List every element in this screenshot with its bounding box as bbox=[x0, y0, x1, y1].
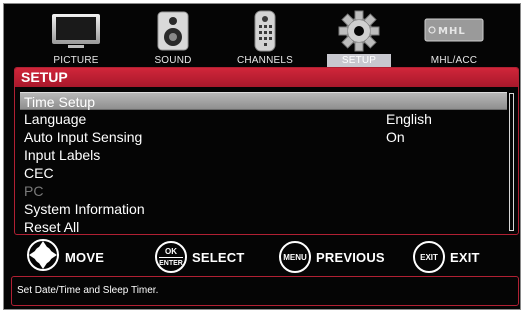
menu-item-time-setup[interactable]: Time Setup bbox=[20, 92, 507, 110]
menu-item-label: PC bbox=[24, 183, 44, 199]
menu-item-label: System Information bbox=[24, 201, 145, 217]
nav-tab-setup[interactable]: SETUP bbox=[318, 4, 400, 68]
nav-tab-mhl-acc[interactable]: MHL MHL/ACC bbox=[413, 4, 495, 68]
nav-label-sound: SOUND bbox=[154, 55, 192, 66]
menu-item-auto-input-sensing[interactable]: Auto Input Sensing On bbox=[20, 128, 507, 146]
previous-hint: MENU PREVIOUS bbox=[279, 240, 385, 274]
help-status-bar: Set Date/Time and Sleep Timer. bbox=[11, 276, 519, 306]
panel-title: SETUP bbox=[15, 68, 518, 87]
menu-item-label: Input Labels bbox=[24, 147, 101, 163]
menu-item-label: Time Setup bbox=[24, 94, 96, 110]
nav-label-channels: CHANNELS bbox=[236, 55, 294, 66]
menu-item-input-labels[interactable]: Input Labels bbox=[20, 146, 507, 164]
ok-enter-button-icon: OK ENTER bbox=[155, 241, 187, 273]
select-label: SELECT bbox=[192, 249, 245, 265]
nav-label-picture: PICTURE bbox=[53, 55, 99, 66]
enter-text: ENTER bbox=[159, 256, 183, 268]
menu-item-label: Language bbox=[24, 111, 87, 127]
menu-button-icon: MENU bbox=[279, 241, 311, 273]
select-hint: OK ENTER SELECT bbox=[155, 240, 244, 274]
menu-badge-text: MENU bbox=[283, 252, 307, 262]
exit-label: EXIT bbox=[450, 249, 480, 265]
gear-icon bbox=[338, 10, 380, 57]
nav-tab-picture[interactable]: PICTURE bbox=[35, 4, 117, 68]
menu-item-system-information[interactable]: System Information bbox=[20, 200, 507, 218]
dpad-icon bbox=[26, 238, 60, 277]
menu-item-label: Reset All bbox=[24, 219, 80, 235]
help-text: Set Date/Time and Sleep Timer. bbox=[17, 285, 159, 296]
scrollbar-thumb[interactable] bbox=[510, 94, 513, 146]
tv-menu-frame: PICTURE SOUND CHANNELS SETUP MHL MHL/ACC… bbox=[3, 3, 521, 310]
nav-label-mhl-acc: MHL/ACC bbox=[430, 55, 478, 66]
menu-scrollbar[interactable] bbox=[509, 93, 514, 231]
svg-text:MHL: MHL bbox=[438, 26, 466, 37]
speaker-icon bbox=[156, 10, 190, 57]
move-label: MOVE bbox=[65, 249, 105, 265]
nav-tab-channels[interactable]: CHANNELS bbox=[224, 4, 306, 68]
remote-icon bbox=[252, 10, 278, 57]
menu-item-language[interactable]: Language English bbox=[20, 110, 507, 128]
nav-tab-sound[interactable]: SOUND bbox=[132, 4, 214, 68]
menu-item-pc: PC bbox=[20, 182, 507, 200]
nav-label-setup: SETUP bbox=[327, 54, 391, 67]
exit-badge-text: EXIT bbox=[420, 252, 438, 262]
setup-panel: SETUP Time Setup Language English Auto I… bbox=[14, 67, 519, 235]
menu-item-reset-all[interactable]: Reset All bbox=[20, 218, 507, 235]
mhl-logo-icon: MHL bbox=[424, 18, 484, 47]
previous-label: PREVIOUS bbox=[316, 249, 385, 265]
move-hint: MOVE bbox=[26, 238, 105, 277]
menu-item-value: English bbox=[386, 111, 432, 127]
menu-item-cec[interactable]: CEC bbox=[20, 164, 507, 182]
tv-icon bbox=[48, 10, 104, 55]
menu-item-value: On bbox=[386, 129, 405, 145]
exit-button-icon: EXIT bbox=[413, 241, 445, 273]
exit-hint: EXIT EXIT bbox=[413, 240, 480, 274]
ok-text: OK bbox=[165, 246, 177, 256]
menu-item-label: CEC bbox=[24, 165, 54, 181]
menu-item-label: Auto Input Sensing bbox=[24, 129, 143, 145]
